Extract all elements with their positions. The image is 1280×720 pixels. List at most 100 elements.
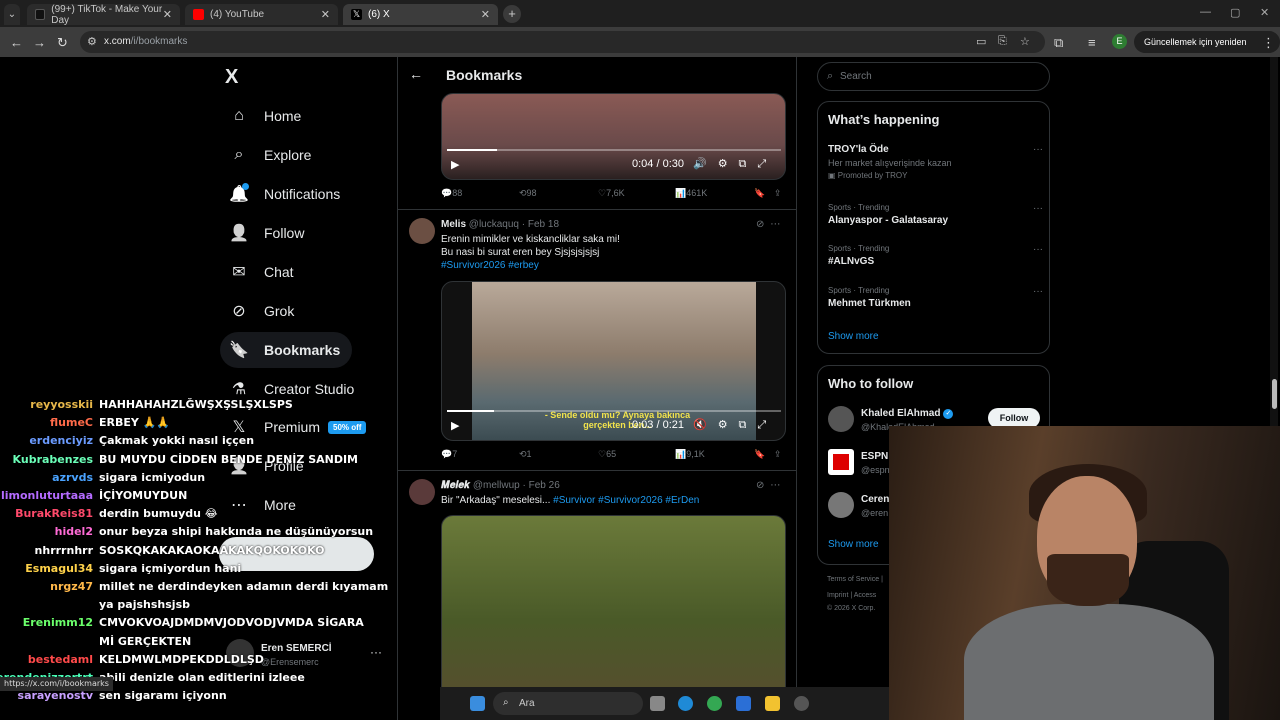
tab-youtube[interactable]: (4) YouTube ✕ (185, 4, 338, 25)
more-icon[interactable]: ··· (1033, 244, 1043, 255)
reply-button[interactable]: 💬 7 (441, 449, 457, 460)
share-icon[interactable]: ⇪ (774, 449, 782, 460)
reply-button[interactable]: 💬 88 (441, 188, 462, 199)
grok-more-icons[interactable]: ⊘⋯ (756, 219, 786, 230)
tab-search-button[interactable]: ⌄ (4, 4, 20, 25)
star-icon[interactable]: ☆ (1020, 35, 1030, 48)
more-icon[interactable]: ··· (1033, 203, 1043, 214)
file-explorer-icon[interactable] (765, 696, 780, 711)
mail-app-icon[interactable] (736, 696, 751, 711)
more-icon[interactable]: ··· (370, 645, 382, 659)
grok-more-icons[interactable]: ⊘⋯ (756, 480, 786, 491)
sidebar-item-bookmarks[interactable]: 🔖 Bookmarks (220, 332, 353, 368)
trend-item[interactable]: Sports · Trending Mehmet Türkmen ··· (828, 286, 1043, 309)
site-info-icon[interactable]: ⚙ (87, 35, 97, 48)
play-icon[interactable]: ▶ (451, 158, 459, 171)
x-logo[interactable]: X (225, 66, 238, 89)
close-tab-icon[interactable]: ✕ (481, 8, 490, 21)
video-player[interactable]: ▶ 0:04 / 0:30 🔊⚙⧉⤢ (441, 93, 786, 180)
taskbar-search[interactable]: ⌕ Ara (493, 692, 643, 715)
views-button[interactable]: 📊 9,1K (675, 449, 705, 460)
share-icon[interactable]: ⇪ (774, 188, 782, 199)
sidebar-item-grok[interactable]: ⊘ Grok (220, 293, 306, 329)
video-controls: ▶ 0:03 / 0:21 🔇⚙⧉⤢ (442, 410, 785, 440)
avatar[interactable] (409, 479, 435, 505)
trend-item[interactable]: Sports · Trending #ALNvGS ··· (828, 244, 1043, 267)
reload-icon[interactable]: ↻ (57, 35, 68, 51)
chat-message: Mİ GERÇEKTEN (0, 635, 360, 653)
grok-icon: ⊘ (232, 303, 246, 320)
chat-username: nhrrrnhrr (34, 543, 93, 557)
avatar[interactable] (409, 218, 435, 244)
edge-icon[interactable] (678, 696, 693, 711)
tiktok-icon (35, 9, 46, 20)
windows-start-icon[interactable] (470, 696, 485, 711)
play-icon[interactable]: ▶ (451, 419, 459, 432)
chat-message: Erenimm12 CMVOKVOAJDMDMVJODVODJVMDA SİGAR… (0, 616, 364, 634)
sidebar-item-chat[interactable]: ✉ Chat (220, 254, 306, 290)
more-icon[interactable]: ··· (1033, 144, 1043, 155)
show-more-link[interactable]: Show more (828, 331, 879, 342)
sidebar-item-explore[interactable]: ⌕ Explore (220, 137, 323, 173)
bookmark-icon[interactable]: 🔖 (754, 188, 765, 199)
video-progress[interactable] (447, 410, 781, 412)
tweet-header: Melis @luckaquq · Feb 18 (441, 219, 560, 230)
taskbar: ⌕ Ara (440, 687, 890, 720)
close-window-icon[interactable]: ✕ (1260, 6, 1269, 19)
update-button[interactable]: Güncellemek için yeniden başlat (1134, 31, 1280, 69)
sidebar-item-home[interactable]: ⌂ Home (220, 98, 313, 134)
profile-avatar[interactable]: E (1112, 34, 1127, 49)
translate-icon[interactable]: ⎘ (998, 35, 1007, 48)
video-settings-icons[interactable]: 🔇⚙⧉⤢ (693, 418, 777, 432)
back-icon[interactable]: ← (10, 35, 23, 50)
like-button[interactable]: ♡ 7,6K (598, 188, 625, 199)
search-icon: ⌕ (234, 146, 244, 163)
minimize-icon[interactable]: — (1200, 6, 1211, 18)
video-progress[interactable] (447, 149, 781, 151)
video-player[interactable]: - Sende oldu mu? Aynaya bakınca gerçekte… (441, 281, 786, 441)
chat-username: BurakReis81 (15, 507, 93, 521)
install-app-icon[interactable]: ▭ (976, 35, 986, 48)
chat-username: bestedaml (27, 652, 93, 666)
new-tab-button[interactable]: + (503, 5, 521, 23)
forward-icon[interactable]: → (33, 35, 46, 50)
footer-links[interactable]: Imprint | Access (827, 592, 876, 599)
close-tab-icon[interactable]: ✕ (321, 8, 330, 21)
link-status-bar: https://x.com/i/bookmarks (0, 677, 113, 691)
close-tab-icon[interactable]: ✕ (163, 8, 172, 21)
chat-text: ERBEY 🙏🙏 (99, 416, 171, 430)
timeline: ← Bookmarks ▶ 0:04 / 0:30 🔊⚙⧉⤢ 💬 88 ⟲ 98… (397, 57, 797, 720)
chat-message: limonluturtaaa İÇİYOMUYDUN (0, 489, 360, 507)
show-more-link[interactable]: Show more (828, 539, 879, 550)
views-button[interactable]: 📊 461K (675, 188, 707, 199)
video-settings-icons[interactable]: 🔊⚙⧉⤢ (693, 157, 777, 171)
extensions-icon[interactable]: ⧉ (1054, 35, 1063, 51)
chat-message: Esmagul34 sigara içmiyordun hani (0, 562, 360, 580)
footer-links[interactable]: Terms of Service | (827, 576, 883, 583)
menu-icon[interactable]: ⋮ (1262, 35, 1275, 51)
chat-text: sen sigaramı içiyonn (99, 689, 227, 703)
search-input[interactable]: ⌕ Search (817, 62, 1050, 91)
youtube-icon (193, 9, 204, 20)
chrome-icon[interactable] (707, 696, 722, 711)
sidebar-item-notifications[interactable]: 🔔 Notifications (220, 176, 352, 212)
bookmark-icon[interactable]: 🔖 (754, 449, 765, 460)
retweet-button[interactable]: ⟲ 1 (519, 449, 532, 460)
maximize-icon[interactable]: ▢ (1230, 6, 1240, 19)
tab-tiktok[interactable]: (99+) TikTok - Make Your Day ✕ (27, 4, 180, 26)
trend-item[interactable]: TROY'la Öde Her market alışverişinde kaz… (828, 144, 1043, 180)
media-control-icon[interactable]: ≡ (1088, 35, 1096, 50)
task-view-icon[interactable] (650, 696, 665, 711)
trend-item[interactable]: Sports · Trending Alanyaspor - Galatasar… (828, 203, 1043, 226)
x-icon: 𝕏 (351, 9, 362, 20)
chat-text: sigara içmiyordun hani (99, 561, 242, 575)
settings-icon[interactable] (794, 696, 809, 711)
more-icon[interactable]: ··· (1033, 286, 1043, 297)
retweet-button[interactable]: ⟲ 98 (519, 188, 537, 199)
url-input[interactable]: ⚙ x.com/i/bookmarks ▭ ⎘ ☆ (80, 31, 1045, 53)
tab-x[interactable]: 𝕏 (6) X ✕ (343, 4, 498, 25)
follow-button[interactable]: Follow (988, 408, 1040, 428)
like-button[interactable]: ♡ 65 (598, 449, 616, 460)
back-arrow-icon[interactable]: ← (409, 66, 423, 82)
sidebar-item-follow[interactable]: 👤 Follow (220, 215, 316, 251)
